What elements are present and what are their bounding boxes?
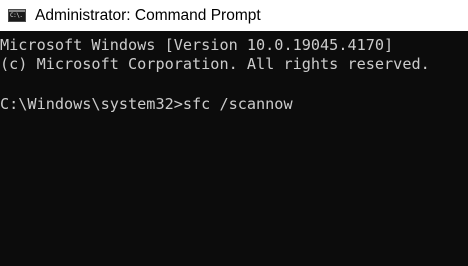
window-title: Administrator: Command Prompt — [35, 6, 261, 24]
title-bar[interactable]: C:\. Administrator: Command Prompt — [0, 0, 468, 31]
console-command-line[interactable]: C:\Windows\system32>sfc /scannow — [0, 93, 293, 115]
command-prompt-window: C:\. Administrator: Command Prompt Micro… — [0, 0, 468, 266]
console-line-copyright: (c) Microsoft Corporation. All rights re… — [0, 55, 430, 73]
icon-prompt-glyph: C:\. — [10, 12, 23, 19]
cmd-terminal-icon[interactable]: C:\. — [8, 9, 26, 22]
console-output-area[interactable]: Microsoft Windows [Version 10.0.19045.41… — [0, 31, 468, 266]
